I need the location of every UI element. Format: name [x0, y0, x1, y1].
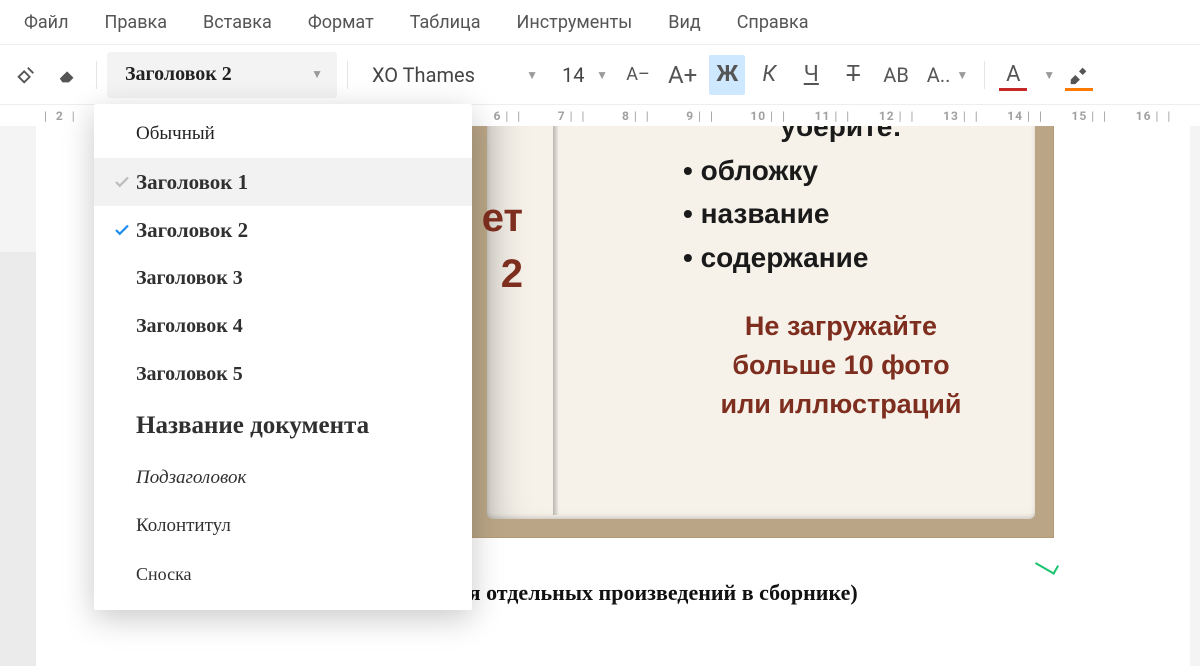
menu-edit[interactable]: Правка [86, 2, 185, 43]
menu-format[interactable]: Формат [290, 2, 392, 43]
book-text: уберите: обложку название содержание Не … [669, 126, 1013, 425]
grammar-mark-icon[interactable] [1036, 560, 1062, 574]
font-size-dropdown[interactable]: 14 ▼ [554, 52, 614, 98]
italic-button[interactable]: К [751, 55, 787, 95]
separator [347, 61, 348, 89]
toolbar: Заголовок 2 ▼ XO Thames ▼ 14 ▼ A– A+ Ж К… [0, 44, 1200, 104]
style-option-normal[interactable]: Обычный [94, 110, 472, 158]
check-icon [108, 173, 136, 191]
paragraph-style-menu: Обычный Заголовок 1 Заголовок 2 Заголово… [94, 104, 472, 610]
strikethrough-button[interactable]: Т [835, 55, 871, 95]
menu-tools[interactable]: Инструменты [499, 2, 651, 43]
underline-button[interactable]: Ч [793, 55, 829, 95]
all-caps-button[interactable]: АВ [877, 55, 915, 95]
font-family-dropdown[interactable]: XO Thames ▼ [358, 52, 548, 98]
more-font-button[interactable]: А.. ▼ [921, 55, 974, 95]
book-bullet: название [683, 192, 1013, 235]
chevron-down-icon: ▼ [596, 68, 608, 82]
highlight-color-button[interactable] [1061, 55, 1097, 95]
font-color-swatch [999, 88, 1027, 91]
style-option-title[interactable]: Название документа [94, 398, 472, 454]
chevron-down-icon: ▼ [956, 68, 968, 82]
font-family-label: XO Thames [372, 63, 475, 87]
book-bullet: обложку [683, 149, 1013, 192]
chevron-down-icon[interactable]: ▼ [1043, 68, 1055, 82]
chevron-down-icon: ▼ [311, 67, 323, 82]
menu-file[interactable]: Файл [6, 2, 86, 43]
increase-font-button[interactable]: A+ [662, 55, 703, 95]
style-option-heading2[interactable]: Заголовок 2 [94, 206, 472, 254]
menu-insert[interactable]: Вставка [185, 2, 290, 43]
document-text-line[interactable]: ия отдельных произведений в сборнике) [456, 580, 858, 606]
check-icon [108, 221, 136, 239]
style-option-header-footer[interactable]: Колонтитул [94, 502, 472, 550]
separator [96, 61, 97, 89]
menu-table[interactable]: Таблица [392, 2, 499, 43]
menu-bar: Файл Правка Вставка Формат Таблица Инстр… [0, 0, 1200, 44]
style-option-heading5[interactable]: Заголовок 5 [94, 350, 472, 398]
page-gutter [0, 252, 36, 666]
decrease-font-button[interactable]: A– [620, 55, 656, 95]
font-size-label: 14 [562, 63, 584, 87]
menu-help[interactable]: Справка [719, 2, 827, 43]
cropped-text-fragment: ет 2 [468, 190, 523, 340]
font-color-button[interactable]: A [995, 55, 1031, 95]
book-bullet: содержание [683, 236, 1013, 279]
menu-view[interactable]: Вид [650, 2, 718, 43]
embedded-image[interactable]: уберите: обложку название содержание Не … [468, 126, 1054, 538]
book-spine-graphic [553, 126, 559, 515]
highlight-color-swatch [1065, 88, 1093, 91]
style-option-heading4[interactable]: Заголовок 4 [94, 302, 472, 350]
style-option-heading1[interactable]: Заголовок 1 [94, 158, 472, 206]
book-warning: Не загружайте больше 10 фото или иллюстр… [669, 307, 1013, 424]
chevron-down-icon: ▼ [526, 68, 538, 82]
paragraph-style-label: Заголовок 2 [125, 63, 232, 86]
eraser-icon[interactable] [50, 55, 86, 95]
book-heading: уберите: [669, 126, 1013, 143]
style-option-footnote[interactable]: Сноска [94, 550, 472, 598]
separator [984, 61, 985, 89]
paint-format-icon[interactable] [8, 55, 44, 95]
paragraph-style-dropdown[interactable]: Заголовок 2 ▼ [107, 52, 337, 98]
style-option-subtitle[interactable]: Подзаголовок [94, 454, 472, 502]
bold-button[interactable]: Ж [709, 55, 745, 95]
style-option-heading3[interactable]: Заголовок 3 [94, 254, 472, 302]
